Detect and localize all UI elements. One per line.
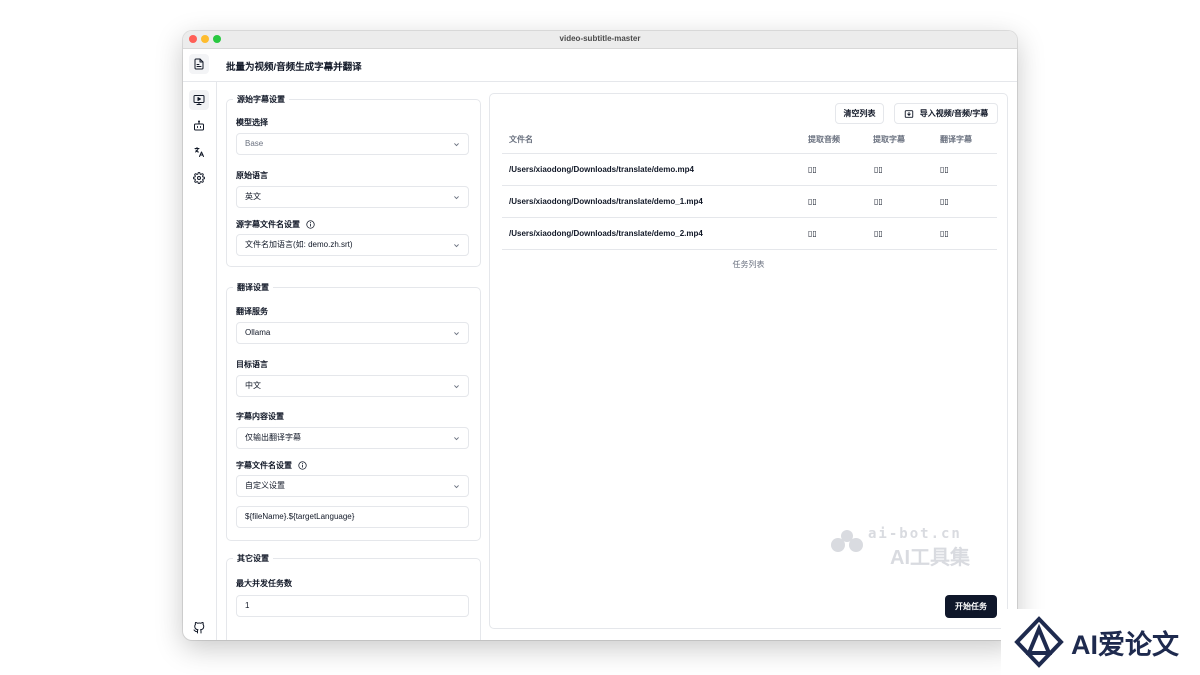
subtitle-content-select[interactable]: 仅输出翻译字幕 [236,427,469,449]
chevron-down-icon [454,143,459,147]
source-language-label: 原始语言 [236,171,268,180]
chevron-down-icon [454,485,459,489]
target-language-label: 目标语言 [236,360,268,369]
column-header-extract-audio: 提取音频 [808,135,840,144]
brand-watermark: AI爱论文 [1001,609,1200,675]
translate-service-select[interactable]: Ollama [236,322,469,344]
import-media-label: 导入视频/音频/字幕 [919,109,989,118]
bot-icon [194,120,204,131]
extract-subtitle-status: ▯▯ [874,197,883,206]
info-icon[interactable] [298,461,307,470]
model-select-value: Base [245,139,264,148]
sidebar-item-translate[interactable] [189,142,209,162]
sidebar-item-media[interactable] [189,90,209,110]
clear-list-button[interactable]: 清空列表 [835,103,884,124]
brand-logo-icon [1014,616,1064,668]
source-filename-label-row: 源字幕文件名设置 [236,219,315,230]
extract-subtitle-status: ▯▯ [874,229,883,238]
source-settings-card: 源始字幕设置 模型选择 Base 原始语言 英文 源字幕文件名设置 文件名加语言… [226,94,481,267]
translate-settings-legend: 翻译设置 [233,282,273,293]
title-bar: video-subtitle-master [183,31,1017,49]
brand-text: AI爱论文 [1071,630,1179,660]
column-header-translate-subtitle: 翻译字幕 [940,135,972,144]
filename-template-input[interactable]: ${fileName}.${targetLanguage} [236,506,469,528]
target-language-select[interactable]: 中文 [236,375,469,397]
file-subtitle-icon[interactable] [189,54,209,74]
media-icon [193,95,205,105]
translate-service-label: 翻译服务 [236,307,268,316]
translate-settings-card: 翻译设置 翻译服务 Ollama 目标语言 中文 字幕内容设置 仅输出翻译字幕 … [226,282,481,541]
extract-subtitle-status: ▯▯ [874,165,883,174]
chevron-down-icon [454,196,459,200]
translate-service-value: Ollama [245,328,271,337]
import-icon [904,109,913,118]
task-file-path: /Users/xiaodong/Downloads/translate/demo… [509,197,703,206]
column-header-extract-subtitle: 提取字幕 [873,135,905,144]
info-icon[interactable] [306,220,315,229]
github-icon [193,622,205,634]
source-settings-legend: 源始字幕设置 [233,94,289,105]
other-settings-card: 其它设置 最大并发任务数 1 [226,553,481,640]
subtitle-filename-label-row: 字幕文件名设置 [236,460,307,471]
table-row[interactable]: /Users/xiaodong/Downloads/translate/demo… [502,186,997,218]
sidebar-item-settings[interactable] [189,168,209,188]
column-header-file: 文件名 [509,135,533,144]
concurrency-label: 最大并发任务数 [236,579,292,588]
subtitle-content-label: 字幕内容设置 [236,412,284,421]
task-file-path: /Users/xiaodong/Downloads/translate/demo… [509,165,694,174]
subtitle-filename-select[interactable]: 自定义设置 [236,475,469,497]
model-select[interactable]: Base [236,133,469,155]
chevron-down-icon [454,244,459,248]
source-language-select[interactable]: 英文 [236,186,469,208]
table-row[interactable]: /Users/xiaodong/Downloads/translate/demo… [502,154,997,186]
target-language-value: 中文 [245,381,261,390]
task-file-path: /Users/xiaodong/Downloads/translate/demo… [509,229,703,238]
subtitle-content-value: 仅输出翻译字幕 [245,433,301,442]
subtitle-filename-value: 自定义设置 [245,481,285,490]
extract-audio-status: ▯▯ [808,229,817,238]
other-settings-legend: 其它设置 [233,553,273,564]
sidebar-item-models[interactable] [189,116,209,136]
start-task-button[interactable]: 开始任务 [945,595,997,618]
page-title: 批量为视频/音频生成字幕并翻译 [226,62,362,73]
model-label: 模型选择 [236,118,268,127]
import-media-button[interactable]: 导入视频/音频/字幕 [894,103,998,124]
source-filename-select[interactable]: 文件名加语言(如: demo.zh.srt) [236,234,469,256]
watermark-url: ai-bot.cn [868,526,962,542]
window-title: video-subtitle-master [559,34,641,43]
source-filename-value: 文件名加语言(如: demo.zh.srt) [245,240,353,249]
concurrency-input[interactable]: 1 [236,595,469,617]
chevron-down-icon [454,437,459,441]
table-caption: 任务列表 [732,260,765,269]
github-link[interactable] [189,618,209,638]
app-header: 批量为视频/音频生成字幕并翻译 [183,49,1017,82]
translate-subtitle-status: ▯▯ [940,165,949,174]
cloud-logo-icon [831,530,863,552]
sidebar [183,82,217,640]
subtitle-filename-label: 字幕文件名设置 [236,461,292,470]
table-row[interactable]: /Users/xiaodong/Downloads/translate/demo… [502,218,997,250]
source-filename-label: 源字幕文件名设置 [236,220,300,229]
translate-subtitle-status: ▯▯ [940,197,949,206]
chevron-down-icon [454,332,459,336]
source-language-value: 英文 [245,192,261,201]
gear-icon [193,172,205,184]
watermark-name: AI工具集 [890,547,970,569]
translate-subtitle-status: ▯▯ [940,229,949,238]
extract-audio-status: ▯▯ [808,197,817,206]
site-watermark: ai-bot.cn AI工具集 [830,526,1000,569]
extract-audio-status: ▯▯ [808,165,817,174]
chevron-down-icon [454,385,459,389]
translate-icon [194,147,204,157]
